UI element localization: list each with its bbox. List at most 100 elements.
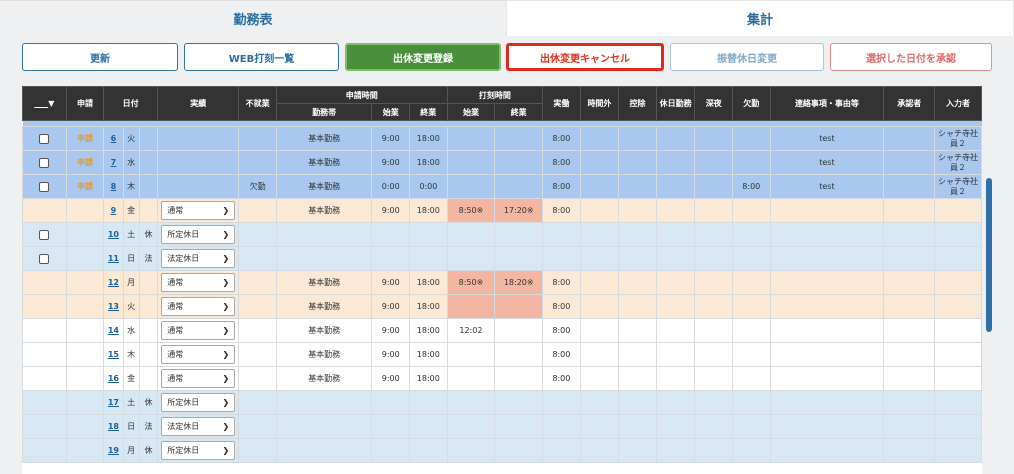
- actual-cell[interactable]: 所定休日 ❯: [157, 438, 240, 463]
- request-cell[interactable]: 申請: [65, 126, 105, 151]
- request-cell[interactable]: [65, 222, 105, 247]
- day-link[interactable]: 6: [111, 134, 117, 143]
- actual-select[interactable]: 通常 ❯: [161, 369, 236, 388]
- request-link[interactable]: 申請: [77, 182, 93, 191]
- day-link[interactable]: 19: [108, 446, 119, 455]
- day-cell[interactable]: 12: [103, 270, 124, 295]
- shift-cell: 基本勤務: [275, 270, 373, 295]
- shift-cell: 基本勤務: [275, 198, 373, 223]
- request-cell[interactable]: 申請: [65, 150, 105, 175]
- actual-select[interactable]: 所定休日 ❯: [161, 393, 236, 412]
- row-select[interactable]: [22, 294, 67, 319]
- day-link[interactable]: 17: [108, 398, 119, 407]
- request-cell[interactable]: 申請: [65, 174, 105, 199]
- request-link[interactable]: 申請: [77, 134, 93, 143]
- actual-select[interactable]: 所定休日 ❯: [161, 441, 236, 460]
- day-cell[interactable]: 13: [103, 294, 124, 319]
- day-link[interactable]: 11: [108, 254, 119, 263]
- actual-select[interactable]: 所定休日 ❯: [161, 225, 236, 244]
- actual-cell[interactable]: 法定休日 ❯: [157, 246, 240, 271]
- day-link[interactable]: 13: [108, 302, 119, 311]
- row-checkbox[interactable]: [39, 253, 50, 264]
- day-cell[interactable]: 7: [103, 150, 124, 175]
- inputter-cell: シャチ寺社員２: [934, 126, 982, 151]
- row-checkbox[interactable]: [39, 229, 50, 240]
- request-cell[interactable]: [65, 294, 105, 319]
- day-link[interactable]: 15: [108, 350, 119, 359]
- day-cell[interactable]: 9: [103, 198, 124, 223]
- worked-cell: [542, 246, 581, 271]
- actual-cell[interactable]: 通常 ❯: [157, 294, 240, 319]
- day-cell[interactable]: 11: [103, 246, 124, 271]
- day-link[interactable]: 8: [111, 182, 117, 191]
- day-cell[interactable]: 14: [103, 318, 124, 343]
- row-select[interactable]: [22, 174, 67, 199]
- row-select[interactable]: [22, 390, 67, 415]
- actual-select[interactable]: 通常 ❯: [161, 321, 236, 340]
- scrollbar-thumb[interactable]: [986, 178, 992, 332]
- approve-selected-button[interactable]: 選択した日付を承認: [830, 43, 992, 71]
- actual-select[interactable]: 法定休日 ❯: [161, 417, 236, 436]
- request-cell[interactable]: [65, 342, 105, 367]
- actual-cell[interactable]: 所定休日 ❯: [157, 390, 240, 415]
- day-cell[interactable]: 18: [103, 414, 124, 439]
- row-select[interactable]: [22, 198, 67, 223]
- day-link[interactable]: 9: [111, 206, 117, 215]
- substitute-holiday-button[interactable]: 振替休日変更: [670, 43, 824, 71]
- row-select[interactable]: [22, 414, 67, 439]
- row-select[interactable]: [22, 246, 67, 271]
- row-select[interactable]: [22, 126, 67, 151]
- row-select[interactable]: [22, 222, 67, 247]
- request-cell[interactable]: [65, 366, 105, 391]
- row-select[interactable]: [22, 318, 67, 343]
- tab-shukei[interactable]: 集計: [506, 0, 1014, 36]
- cancel-change-button[interactable]: 出休変更キャンセル: [506, 43, 664, 71]
- day-cell[interactable]: 6: [103, 126, 124, 151]
- actual-select[interactable]: 通常 ❯: [161, 345, 236, 364]
- day-cell[interactable]: 10: [103, 222, 124, 247]
- actual-select[interactable]: 法定休日 ❯: [161, 249, 236, 268]
- request-cell[interactable]: [65, 198, 105, 223]
- actual-cell[interactable]: 通常 ❯: [157, 342, 240, 367]
- select-all-header[interactable]: ▼: [22, 86, 67, 121]
- actual-cell[interactable]: 通常 ❯: [157, 318, 240, 343]
- request-cell[interactable]: [65, 438, 105, 463]
- actual-cell[interactable]: 通常 ❯: [157, 366, 240, 391]
- day-link[interactable]: 14: [108, 326, 119, 335]
- day-link[interactable]: 12: [108, 278, 119, 287]
- request-cell[interactable]: [65, 390, 105, 415]
- actual-cell[interactable]: 所定休日 ❯: [157, 222, 240, 247]
- actual-cell[interactable]: 通常 ❯: [157, 270, 240, 295]
- row-select[interactable]: [22, 438, 67, 463]
- day-link[interactable]: 18: [108, 422, 119, 431]
- request-cell[interactable]: [65, 318, 105, 343]
- row-select[interactable]: [22, 342, 67, 367]
- day-cell[interactable]: 17: [103, 390, 124, 415]
- register-change-button[interactable]: 出休変更登録: [345, 43, 501, 71]
- row-checkbox[interactable]: [39, 181, 50, 192]
- row-select[interactable]: [22, 150, 67, 175]
- actual-select[interactable]: 通常 ❯: [161, 273, 236, 292]
- day-link[interactable]: 10: [108, 230, 119, 239]
- actual-select[interactable]: 通常 ❯: [161, 297, 236, 316]
- row-checkbox[interactable]: [39, 133, 50, 144]
- row-select[interactable]: [22, 270, 67, 295]
- request-cell[interactable]: [65, 414, 105, 439]
- request-cell[interactable]: [65, 246, 105, 271]
- day-cell[interactable]: 8: [103, 174, 124, 199]
- day-cell[interactable]: 16: [103, 366, 124, 391]
- update-button[interactable]: 更新: [22, 43, 178, 71]
- request-link[interactable]: 申請: [77, 158, 93, 167]
- web-punch-list-button[interactable]: WEB打刻一覧: [184, 43, 339, 71]
- actual-select[interactable]: 通常 ❯: [161, 201, 236, 220]
- row-checkbox[interactable]: [39, 157, 50, 168]
- day-cell[interactable]: 19: [103, 438, 124, 463]
- actual-cell[interactable]: 通常 ❯: [157, 198, 240, 223]
- actual-cell[interactable]: 法定休日 ❯: [157, 414, 240, 439]
- day-cell[interactable]: 15: [103, 342, 124, 367]
- day-link[interactable]: 16: [108, 374, 119, 383]
- tab-kintai[interactable]: 勤務表: [0, 0, 506, 36]
- row-select[interactable]: [22, 366, 67, 391]
- day-link[interactable]: 7: [111, 158, 117, 167]
- request-cell[interactable]: [65, 270, 105, 295]
